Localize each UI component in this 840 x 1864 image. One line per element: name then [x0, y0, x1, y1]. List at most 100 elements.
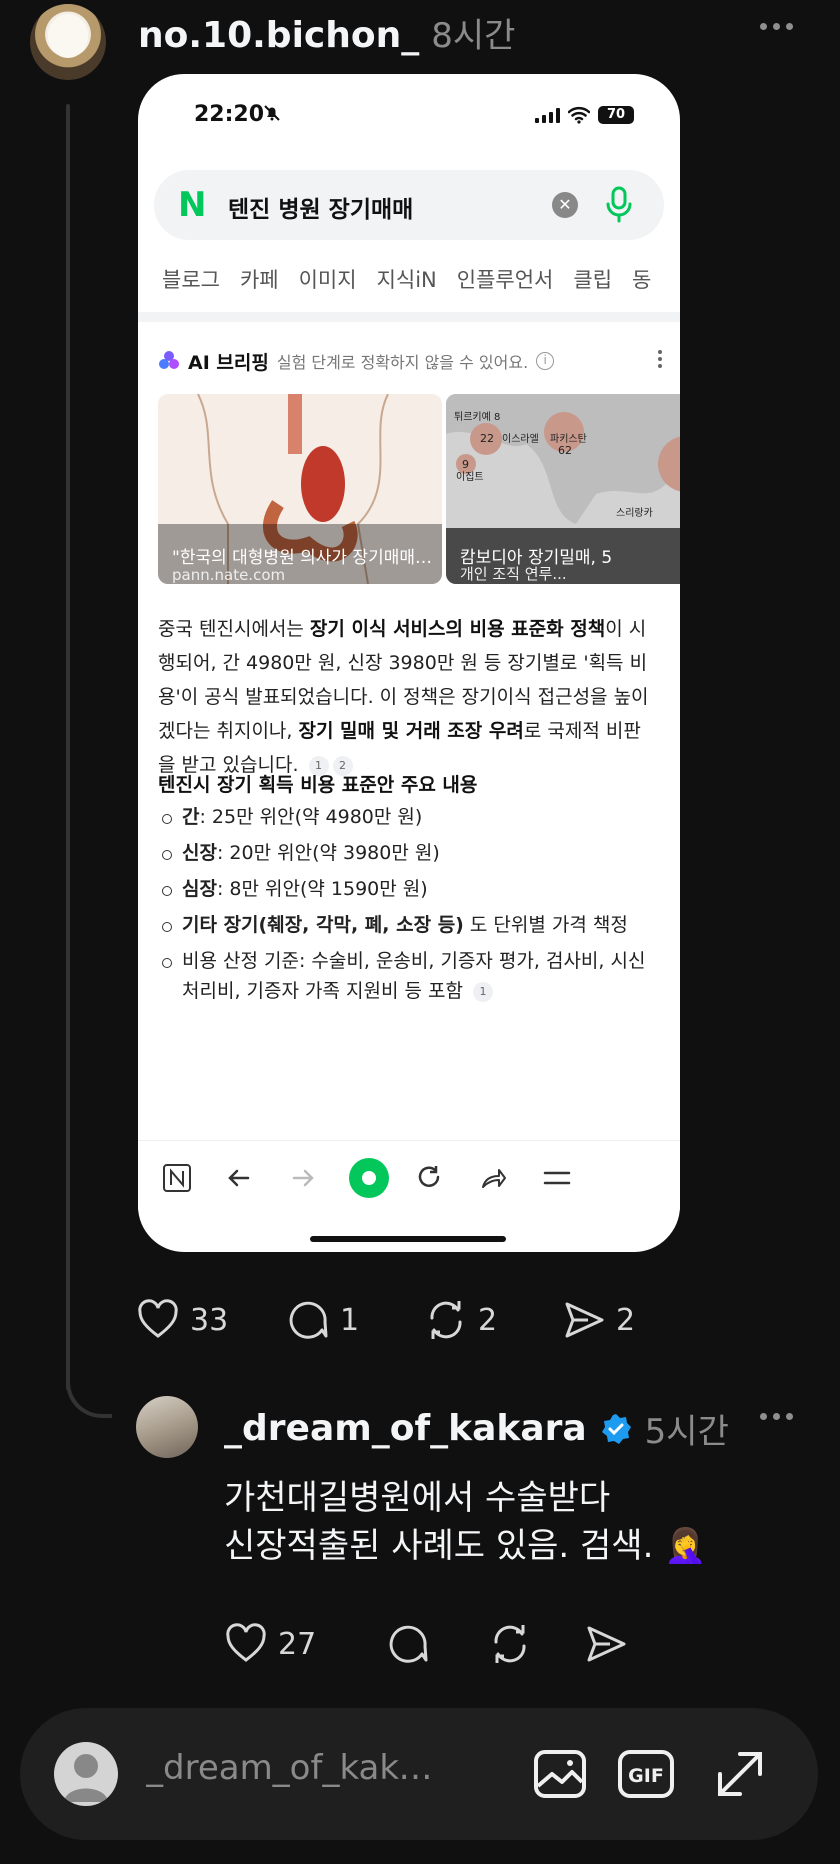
result-image-map[interactable]: 튀르키예 8 22 이스라엘 파키스탄 62 9 이집트 스리랑카 캄보디아 장… [446, 394, 680, 584]
share-count: 2 [616, 1302, 636, 1338]
naver-home-icon[interactable] [162, 1163, 192, 1193]
reply-author-avatar[interactable] [136, 1396, 198, 1458]
home-indicator [310, 1236, 506, 1242]
verified-badge-icon [601, 1413, 631, 1444]
browser-bottom-nav [138, 1140, 680, 1210]
naver-logo-icon: N [178, 185, 207, 225]
attached-screenshot[interactable]: 22:20 70 N 텐진 병원 장기매매 ✕ 블로그 카페 이미지 지식iN … [138, 74, 680, 1252]
tab-video[interactable]: 동 [632, 264, 651, 294]
info-icon[interactable]: i [536, 352, 555, 370]
post-time: 8시간 [431, 16, 516, 56]
map-label-srilanka: 스리랑카 [616, 507, 653, 519]
bullet-label: 신장 [182, 842, 217, 864]
search-tabs: 블로그 카페 이미지 지식iN 인플루언서 클립 동 [162, 264, 671, 294]
ai-sparkle-icon [159, 351, 179, 369]
default-user-icon [64, 1754, 108, 1802]
map-label-egypt: 이집트 [456, 471, 484, 483]
refresh-icon[interactable] [414, 1163, 444, 1193]
summary-bold-2: 장기 밀매 및 거래 조장 우려 [298, 720, 524, 742]
tab-cafe[interactable]: 카페 [240, 264, 279, 294]
forward-arrow-icon[interactable] [288, 1163, 318, 1193]
bullet-text: 비용 산정 기준: 수술비, 운송비, 기증자 평가, 검사비, 시신 처리비,… [182, 950, 646, 1002]
bullet-text: : 20만 위안(약 3980만 원) [216, 842, 440, 864]
bichon-dog-image [48, 14, 88, 58]
comment-bubble-icon [389, 1625, 428, 1663]
bullet-kidney: 신장: 20만 위안(약 3980만 원) [158, 838, 658, 868]
summary-part-1: 중국 텐진시에서는 [158, 618, 310, 640]
map-label-62: 62 [558, 444, 572, 457]
comment-count: 1 [340, 1302, 360, 1338]
send-icon [587, 1626, 626, 1662]
expand-icon[interactable] [710, 1744, 770, 1804]
reply-repost-button[interactable] [488, 1622, 584, 1666]
tab-influencer[interactable]: 인플루언서 [457, 264, 554, 294]
bullet-label: 기타 장기(췌장, 각막, 폐, 소장 등) [182, 914, 464, 936]
heart-icon [226, 1623, 266, 1662]
post-header: no.10.bichon_ 8시간 [138, 8, 515, 56]
map-label-22: 22 [480, 432, 494, 445]
image2-source: 개인 조직 연루... [460, 565, 567, 583]
ai-briefing-title: AI 브리핑 [188, 351, 269, 374]
clear-search-icon[interactable]: ✕ [552, 192, 578, 218]
more-vertical-icon[interactable] [658, 350, 662, 368]
result-image-anatomy[interactable]: "한국의 대형병원 의사가 장기매매 ... pann.nate.com [158, 394, 442, 584]
section-divider [138, 312, 680, 322]
share-button[interactable]: 2 [562, 1298, 635, 1342]
post-author-avatar[interactable] [30, 4, 106, 80]
summary-subtitle: 텐진시 장기 획득 비용 표준안 주요 내용 [158, 774, 478, 796]
reply-share-button[interactable] [584, 1622, 628, 1666]
reply-like-button[interactable]: 27 [224, 1622, 386, 1666]
battery-icon: 70 [598, 106, 634, 124]
post-username[interactable]: no.10.bichon_ [138, 15, 419, 56]
map-label-israel: 이스라엘 [502, 432, 539, 445]
ai-disclaimer: 실험 단계로 정확하지 않을 수 있어요. [276, 353, 529, 372]
signal-icon [535, 107, 560, 123]
menu-icon[interactable] [542, 1163, 572, 1193]
summary-bullet-list: 간: 25만 위안(약 4980만 원) 신장: 20만 위안(약 3980만 … [158, 802, 658, 1012]
like-count: 33 [190, 1302, 229, 1338]
comment-button[interactable]: 1 [286, 1298, 424, 1342]
bullet-label: 간 [182, 806, 200, 828]
reply-username[interactable]: _dream_of_kakara [224, 1408, 587, 1449]
gif-icon[interactable]: GIF [616, 1744, 676, 1804]
reply-input[interactable]: _dream_of_kakara... [146, 1748, 446, 1788]
heart-icon [138, 1299, 178, 1338]
tab-image[interactable]: 이미지 [299, 264, 357, 294]
tab-clip[interactable]: 클립 [573, 264, 612, 294]
reply-actions: 27 [224, 1622, 628, 1666]
naver-search-box[interactable]: N 텐진 병원 장기매매 ✕ [154, 170, 664, 240]
send-icon [565, 1302, 604, 1338]
green-dot-icon[interactable] [348, 1157, 390, 1199]
bullet-cost-basis: 비용 산정 기준: 수술비, 운송비, 기증자 평가, 검사비, 시신 처리비,… [158, 946, 658, 1006]
phone-status-bar: 22:20 70 [138, 74, 680, 164]
bell-off-icon [264, 105, 280, 121]
image1-source: pann.nate.com [172, 566, 286, 584]
citation-1b[interactable]: 1 [473, 981, 494, 1002]
own-avatar [54, 1742, 118, 1806]
reply-composer[interactable]: _dream_of_kakara... GIF [20, 1708, 818, 1840]
microphone-icon[interactable] [604, 184, 634, 224]
repost-count: 2 [478, 1302, 498, 1338]
search-query[interactable]: 텐진 병원 장기매매 [228, 190, 413, 224]
reply-header: _dream_of_kakara 5시간 [224, 1404, 729, 1453]
repost-icon [494, 1625, 526, 1663]
bullet-text: : 25만 위안(약 4980만 원) [199, 806, 423, 828]
thread-line [66, 104, 70, 1390]
image-attach-icon[interactable] [530, 1744, 590, 1804]
repost-icon [430, 1301, 462, 1339]
bullet-text: : 8만 위안(약 1590만 원) [216, 878, 428, 900]
summary-bold-1: 장기 이식 서비스의 비용 표준화 정책 [309, 618, 606, 640]
repost-button[interactable]: 2 [424, 1298, 562, 1342]
reply-like-count: 27 [278, 1626, 317, 1662]
share-arrow-icon[interactable] [478, 1163, 508, 1193]
back-arrow-icon[interactable] [224, 1163, 254, 1193]
like-button[interactable]: 33 [136, 1298, 286, 1342]
tab-kin[interactable]: 지식iN [377, 264, 437, 294]
tab-blog[interactable]: 블로그 [162, 264, 220, 294]
reply-more-icon[interactable] [756, 1406, 796, 1426]
comment-bubble-icon [289, 1301, 328, 1339]
post-more-icon[interactable] [756, 16, 796, 36]
bullet-heart: 심장: 8만 위안(약 1590만 원) [158, 874, 658, 904]
bullet-liver: 간: 25만 위안(약 4980만 원) [158, 802, 658, 832]
reply-comment-button[interactable] [386, 1622, 488, 1666]
